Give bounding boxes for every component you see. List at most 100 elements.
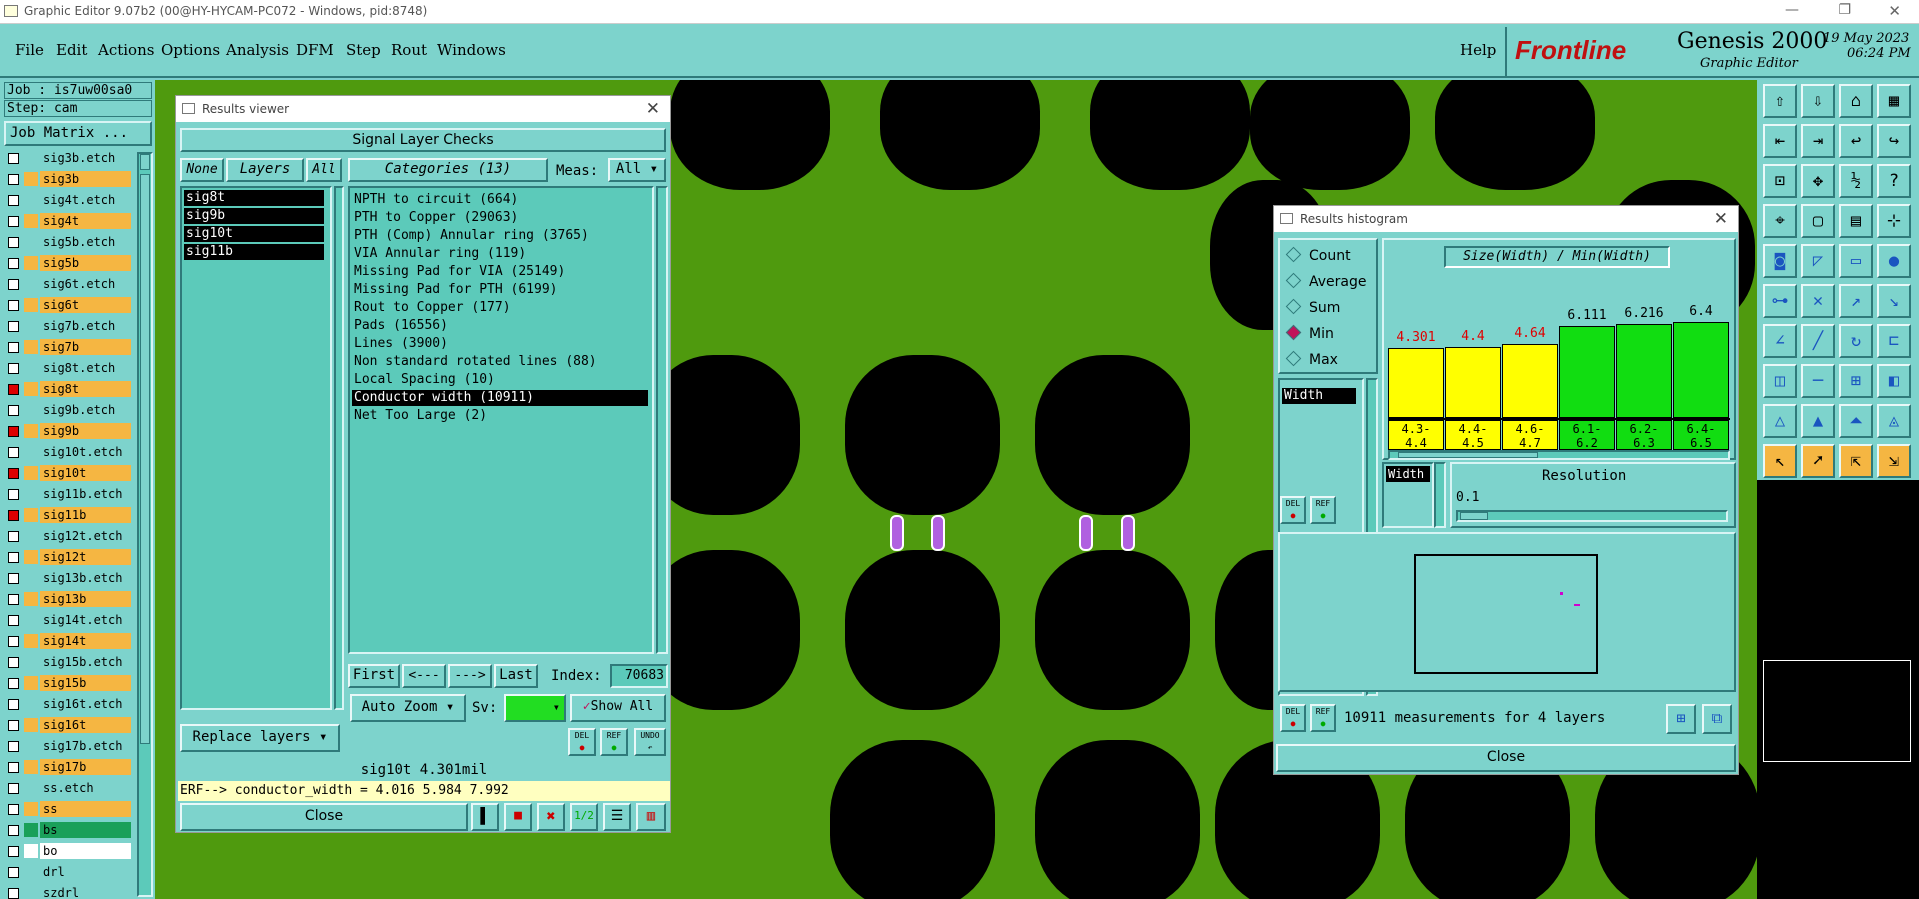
- layer-checkbox[interactable]: [8, 342, 19, 353]
- menu-rout[interactable]: Rout: [391, 41, 427, 59]
- menu-step[interactable]: Step: [346, 41, 381, 59]
- category-item[interactable]: Missing Pad for PTH (6199): [352, 282, 648, 298]
- layer-name[interactable]: sig11b: [40, 507, 131, 523]
- menu-windows[interactable]: Windows: [437, 41, 506, 59]
- ref-button[interactable]: REF ●: [600, 728, 628, 756]
- layer-row[interactable]: sig7b.etch: [6, 318, 131, 335]
- layer-row[interactable]: szdrl: [6, 885, 131, 899]
- layer-checkbox[interactable]: [8, 846, 19, 857]
- mode-radio[interactable]: Min: [1285, 324, 1334, 342]
- layer-name[interactable]: sig7b.etch: [40, 318, 131, 334]
- menu-actions[interactable]: Actions: [98, 41, 154, 59]
- conductor-highlight[interactable]: [931, 515, 945, 551]
- home-icon[interactable]: ⌂: [1839, 84, 1873, 118]
- layer-checkbox[interactable]: [8, 279, 19, 290]
- layer-checkbox[interactable]: [8, 615, 19, 626]
- layer-row[interactable]: sig17b.etch: [6, 738, 131, 755]
- layer-row[interactable]: sig12t.etch: [6, 528, 131, 545]
- selected-layer-item[interactable]: sig8t: [184, 190, 324, 206]
- layer-row[interactable]: sig9b.etch: [6, 402, 131, 419]
- tri-fill-icon[interactable]: ▲: [1801, 404, 1835, 438]
- layer-row[interactable]: ss: [6, 801, 131, 818]
- square-icon[interactable]: ◧: [1877, 364, 1911, 398]
- layer-name[interactable]: sig9b.etch: [40, 402, 131, 418]
- categories-scrollbar[interactable]: [656, 186, 668, 654]
- layer-name[interactable]: sig16t: [40, 717, 131, 733]
- prev-button[interactable]: <---: [402, 664, 446, 688]
- layer-row[interactable]: sig16t.etch: [6, 696, 131, 713]
- layer-row[interactable]: sig5b.etch: [6, 234, 131, 251]
- all-button[interactable]: All: [306, 158, 342, 182]
- layer-name[interactable]: bs: [40, 822, 131, 838]
- pointer-icon[interactable]: ↖: [1763, 444, 1797, 478]
- layer-checkbox[interactable]: [8, 195, 19, 206]
- undo-button[interactable]: UNDO ↶: [634, 728, 666, 756]
- layer-row[interactable]: sig14t: [6, 633, 131, 650]
- ratio-icon[interactable]: ½: [1839, 164, 1873, 198]
- layer-checkbox[interactable]: [8, 510, 19, 521]
- pointer4-icon[interactable]: ⇲: [1877, 444, 1911, 478]
- next-button[interactable]: --->: [448, 664, 492, 688]
- replace-layers-dropdown[interactable]: Replace layers ▾: [180, 724, 340, 752]
- node-icon[interactable]: ⊶: [1763, 284, 1797, 318]
- layer-name[interactable]: sig8t: [40, 381, 131, 397]
- menu-file[interactable]: File: [15, 41, 44, 59]
- layer-row[interactable]: bo: [6, 843, 131, 860]
- layer-row[interactable]: sig11b.etch: [6, 486, 131, 503]
- resolution-slider[interactable]: [1456, 510, 1728, 522]
- layer-row[interactable]: sig8t.etch: [6, 360, 131, 377]
- snap-icon[interactable]: ↩: [1839, 124, 1873, 158]
- category-item[interactable]: Rout to Copper (177): [352, 300, 648, 316]
- menu-help[interactable]: Help: [1460, 41, 1496, 59]
- layer-row[interactable]: sig16t: [6, 717, 131, 734]
- layer-name[interactable]: sig12t: [40, 549, 131, 565]
- delete-icon[interactable]: ✖: [537, 803, 565, 831]
- connect-icon[interactable]: ↘: [1877, 284, 1911, 318]
- layers-list[interactable]: sig8t sig9b sig10t sig11b: [180, 186, 332, 710]
- show-all-toggle[interactable]: ✓Show All: [570, 694, 666, 722]
- sv-dropdown[interactable]: ▾: [504, 694, 566, 722]
- del-button[interactable]: DEL ●: [568, 728, 596, 756]
- net-icon[interactable]: ⊹: [1877, 204, 1911, 238]
- layer-name[interactable]: sig10t: [40, 465, 131, 481]
- ruler-icon[interactable]: ▭: [1839, 244, 1873, 278]
- ruler-icon[interactable]: ▌: [471, 803, 499, 831]
- layer-name[interactable]: sig4t.etch: [40, 192, 131, 208]
- layer-row[interactable]: sig4t: [6, 213, 131, 230]
- layer-checkbox[interactable]: [8, 237, 19, 248]
- category-item[interactable]: Missing Pad for VIA (25149): [352, 264, 648, 280]
- layer-name[interactable]: sig3b: [40, 171, 131, 187]
- close-icon[interactable]: ✕: [1714, 209, 1728, 229]
- layer-checkbox[interactable]: [8, 657, 19, 668]
- menu-dfm[interactable]: DFM: [296, 41, 334, 59]
- hist-del-button[interactable]: DEL ●: [1280, 496, 1306, 524]
- layer-name[interactable]: sig6t.etch: [40, 276, 131, 292]
- histogram-bar[interactable]: [1502, 344, 1558, 418]
- layer-name[interactable]: szdrl: [40, 885, 131, 899]
- report-icon[interactable]: ☰: [603, 803, 631, 831]
- pad-icon[interactable]: ◫: [1763, 364, 1797, 398]
- conductor-highlight[interactable]: [1079, 515, 1093, 551]
- category-item[interactable]: Pads (16556): [352, 318, 648, 334]
- layer-row[interactable]: sig6t.etch: [6, 276, 131, 293]
- layer-name[interactable]: sig3b.etch: [40, 150, 131, 166]
- left-icon[interactable]: ⇤: [1763, 124, 1797, 158]
- hist-ref-button[interactable]: REF ●: [1310, 496, 1336, 524]
- layer-checkbox[interactable]: [8, 363, 19, 374]
- layer-name[interactable]: bo: [40, 843, 131, 859]
- layer-name[interactable]: sig16t.etch: [40, 696, 131, 712]
- layer-checkbox[interactable]: [8, 888, 19, 899]
- layer-checkbox[interactable]: [8, 699, 19, 710]
- layer-row[interactable]: sig7b: [6, 339, 131, 356]
- histogram-bar[interactable]: [1445, 347, 1501, 418]
- layer-name[interactable]: sig9b: [40, 423, 131, 439]
- minus-icon[interactable]: ─: [1801, 364, 1835, 398]
- tri-cross-icon[interactable]: ◬: [1877, 404, 1911, 438]
- layer-checkbox[interactable]: [8, 216, 19, 227]
- category-item[interactable]: Lines (3900): [352, 336, 648, 352]
- export-icon[interactable]: ⇧: [1763, 84, 1797, 118]
- selected-layer-item[interactable]: sig11b: [184, 244, 324, 260]
- pointer2-icon[interactable]: ➚: [1801, 444, 1835, 478]
- conductor-highlight[interactable]: [890, 515, 904, 551]
- job-matrix-button[interactable]: Job Matrix ...: [4, 121, 152, 146]
